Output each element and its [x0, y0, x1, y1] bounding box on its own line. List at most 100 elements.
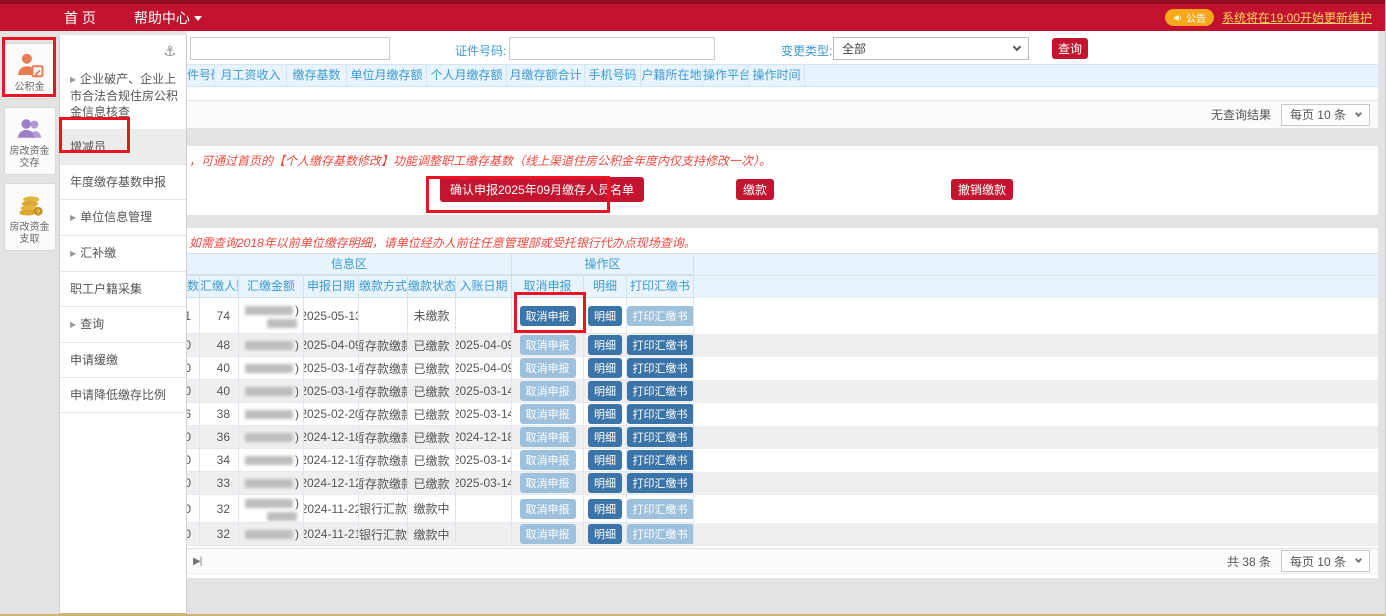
redaction-blur	[245, 341, 293, 350]
cancel-declare-button[interactable]: 取消申报	[520, 404, 576, 424]
detail-cell: 明细	[584, 403, 627, 426]
cancel-declare-button[interactable]: 取消申报	[520, 335, 576, 355]
redaction-blur	[245, 410, 293, 419]
redaction-blur	[267, 512, 297, 521]
detail-button[interactable]: 明细	[588, 524, 622, 544]
table-column-header: 汇缴金额	[239, 276, 304, 298]
entry-date-cell: 2025-04-09	[456, 334, 512, 357]
submenu-item-label: 单位信息管理	[80, 210, 152, 224]
detail-button[interactable]: 明细	[588, 450, 622, 470]
print-remittance-button[interactable]: 打印汇缴书	[627, 499, 694, 519]
change-type-select[interactable]: 全部	[833, 37, 1029, 60]
group-header-ops: 操作区	[512, 254, 694, 275]
submenu-item[interactable]: ▶汇补缴	[60, 236, 186, 272]
print-remittance-button[interactable]: 打印汇缴书	[627, 427, 694, 447]
print-remittance-button[interactable]: 打印汇缴书	[627, 306, 694, 326]
detail-button[interactable]: 明细	[588, 335, 622, 355]
submenu-item[interactable]: 增减员	[60, 130, 186, 165]
amount-suffix: )	[295, 476, 299, 490]
amount-cell: )	[239, 495, 304, 523]
upper-grid-column-header: 操作平台	[703, 65, 749, 86]
sidebar-item-gongjijin[interactable]: 公积金	[4, 43, 56, 99]
amount-cell: )	[239, 449, 304, 472]
masked-amount-line: )	[245, 430, 299, 444]
pay-method-cell: 银行汇款	[359, 523, 408, 546]
print-remittance-button[interactable]: 打印汇缴书	[627, 473, 694, 493]
cancel-declare-button[interactable]: 取消申报	[520, 381, 576, 401]
people-icon	[6, 114, 54, 144]
anchor-icon[interactable]: ⚓	[60, 35, 186, 62]
unit-search-input[interactable]	[190, 37, 390, 60]
cancel-declare-button[interactable]: 取消申报	[520, 427, 576, 447]
system-maintenance-link[interactable]: 系统将在19:00开始更新维护	[1222, 9, 1372, 26]
cancel-declare-button[interactable]: 取消申报	[520, 499, 576, 519]
submenu-item[interactable]: 年度缴存基数申报	[60, 165, 186, 200]
submenu-item[interactable]: ▶查询	[60, 307, 186, 343]
cancel-declare-button[interactable]: 取消申报	[520, 524, 576, 544]
revoke-pay-button[interactable]: 撤销缴款	[951, 179, 1013, 200]
submenu-item[interactable]: 职工户籍采集	[60, 272, 186, 307]
confirm-declare-button[interactable]: 确认申报2025年09月缴存人员名单	[440, 177, 644, 202]
pay-button[interactable]: 缴款	[736, 179, 774, 200]
pager-last-icon[interactable]: ▶|	[193, 556, 201, 567]
history-query-notice: 如需查询2018年以前单位缴存明细，请单位经办人前往任意管理部或受托银行代办点现…	[187, 228, 1378, 251]
total-count-text: 共 38 条	[1227, 553, 1271, 570]
masked-amount: )	[245, 384, 299, 398]
print-remittance-button[interactable]: 打印汇缴书	[627, 335, 694, 355]
print-remittance-button[interactable]: 打印汇缴书	[627, 450, 694, 470]
detail-button[interactable]: 明细	[588, 499, 622, 519]
nav-home[interactable]: 首 页	[64, 8, 96, 28]
declare-date-cell: 2024-11-22	[304, 495, 359, 523]
pay-method-cell: 暂存款缴款	[359, 426, 408, 449]
pay-method-cell: 暂存款缴款	[359, 334, 408, 357]
print-remittance-button[interactable]: 打印汇缴书	[627, 381, 694, 401]
detail-button[interactable]: 明细	[588, 358, 622, 378]
submenu-item-label: 职工户籍采集	[70, 282, 142, 296]
table-page-size-value: 每页 10 条	[1290, 553, 1346, 570]
submenu-item[interactable]: 申请降低缴存比例	[60, 378, 186, 413]
upper-grid-column-header: 手机号码	[585, 65, 641, 86]
submenu-item[interactable]: 申请缓缴	[60, 343, 186, 378]
upper-page-size-select[interactable]: 每页 10 条	[1281, 104, 1370, 126]
redaction-blur	[245, 306, 293, 315]
print-remittance-button[interactable]: 打印汇缴书	[627, 358, 694, 378]
amount-cell: )	[239, 472, 304, 495]
cancel-declare-button[interactable]: 取消申报	[520, 306, 576, 326]
cancel-declare-button[interactable]: 取消申报	[520, 358, 576, 378]
amount-suffix: )	[295, 407, 299, 421]
sidebar-item-fanggai-zhiqu[interactable]: ?房改资金支取	[4, 183, 56, 251]
sidebar-item-fanggai-jiaocun[interactable]: 房改资金交存	[4, 107, 56, 175]
entry-date-cell	[456, 298, 512, 334]
count-cell: 0	[187, 495, 200, 523]
detail-button[interactable]: 明细	[588, 306, 622, 326]
redaction-blur	[245, 433, 293, 442]
table-column-header: 缴款状态	[408, 276, 456, 298]
cancel-declare-button[interactable]: 取消申报	[520, 450, 576, 470]
redaction-blur	[245, 530, 293, 539]
detail-button[interactable]: 明细	[588, 427, 622, 447]
submenu-item[interactable]: ▶ 单位信息管理	[60, 200, 186, 236]
table-row: 040)2025-03-14暂存款缴款已缴款2025-04-09取消申报明细打印…	[187, 357, 1378, 380]
entry-date-cell: 2025-03-14	[456, 449, 512, 472]
expand-arrow-icon: ▶	[70, 213, 76, 222]
masked-amount-line	[267, 512, 299, 521]
row-filler	[694, 403, 1378, 426]
amount-cell: )	[239, 426, 304, 449]
amount-suffix: )	[295, 338, 299, 352]
search-button[interactable]: 查询	[1052, 38, 1088, 59]
print-remittance-button[interactable]: 打印汇缴书	[627, 524, 694, 544]
table-row: 174)2025-05-13未缴款取消申报明细打印汇缴书	[187, 298, 1378, 334]
amount-suffix: )	[295, 430, 299, 444]
detail-button[interactable]: 明细	[588, 404, 622, 424]
detail-button[interactable]: 明细	[588, 381, 622, 401]
detail-cell: 明细	[584, 523, 627, 546]
submenu-item[interactable]: ▶企业破产、企业上市合法合规住房公积金信息核查	[60, 62, 186, 130]
table-page-size-select[interactable]: 每页 10 条	[1281, 550, 1370, 572]
submenu-item-label: 申请降低缴存比例	[70, 388, 166, 402]
nav-help-center[interactable]: 帮助中心	[134, 8, 202, 28]
id-number-input[interactable]	[509, 37, 715, 60]
detail-button[interactable]: 明细	[588, 473, 622, 493]
cancel-declare-button[interactable]: 取消申报	[520, 473, 576, 493]
print-remittance-button[interactable]: 打印汇缴书	[627, 404, 694, 424]
cancel-declare-cell: 取消申报	[512, 426, 584, 449]
